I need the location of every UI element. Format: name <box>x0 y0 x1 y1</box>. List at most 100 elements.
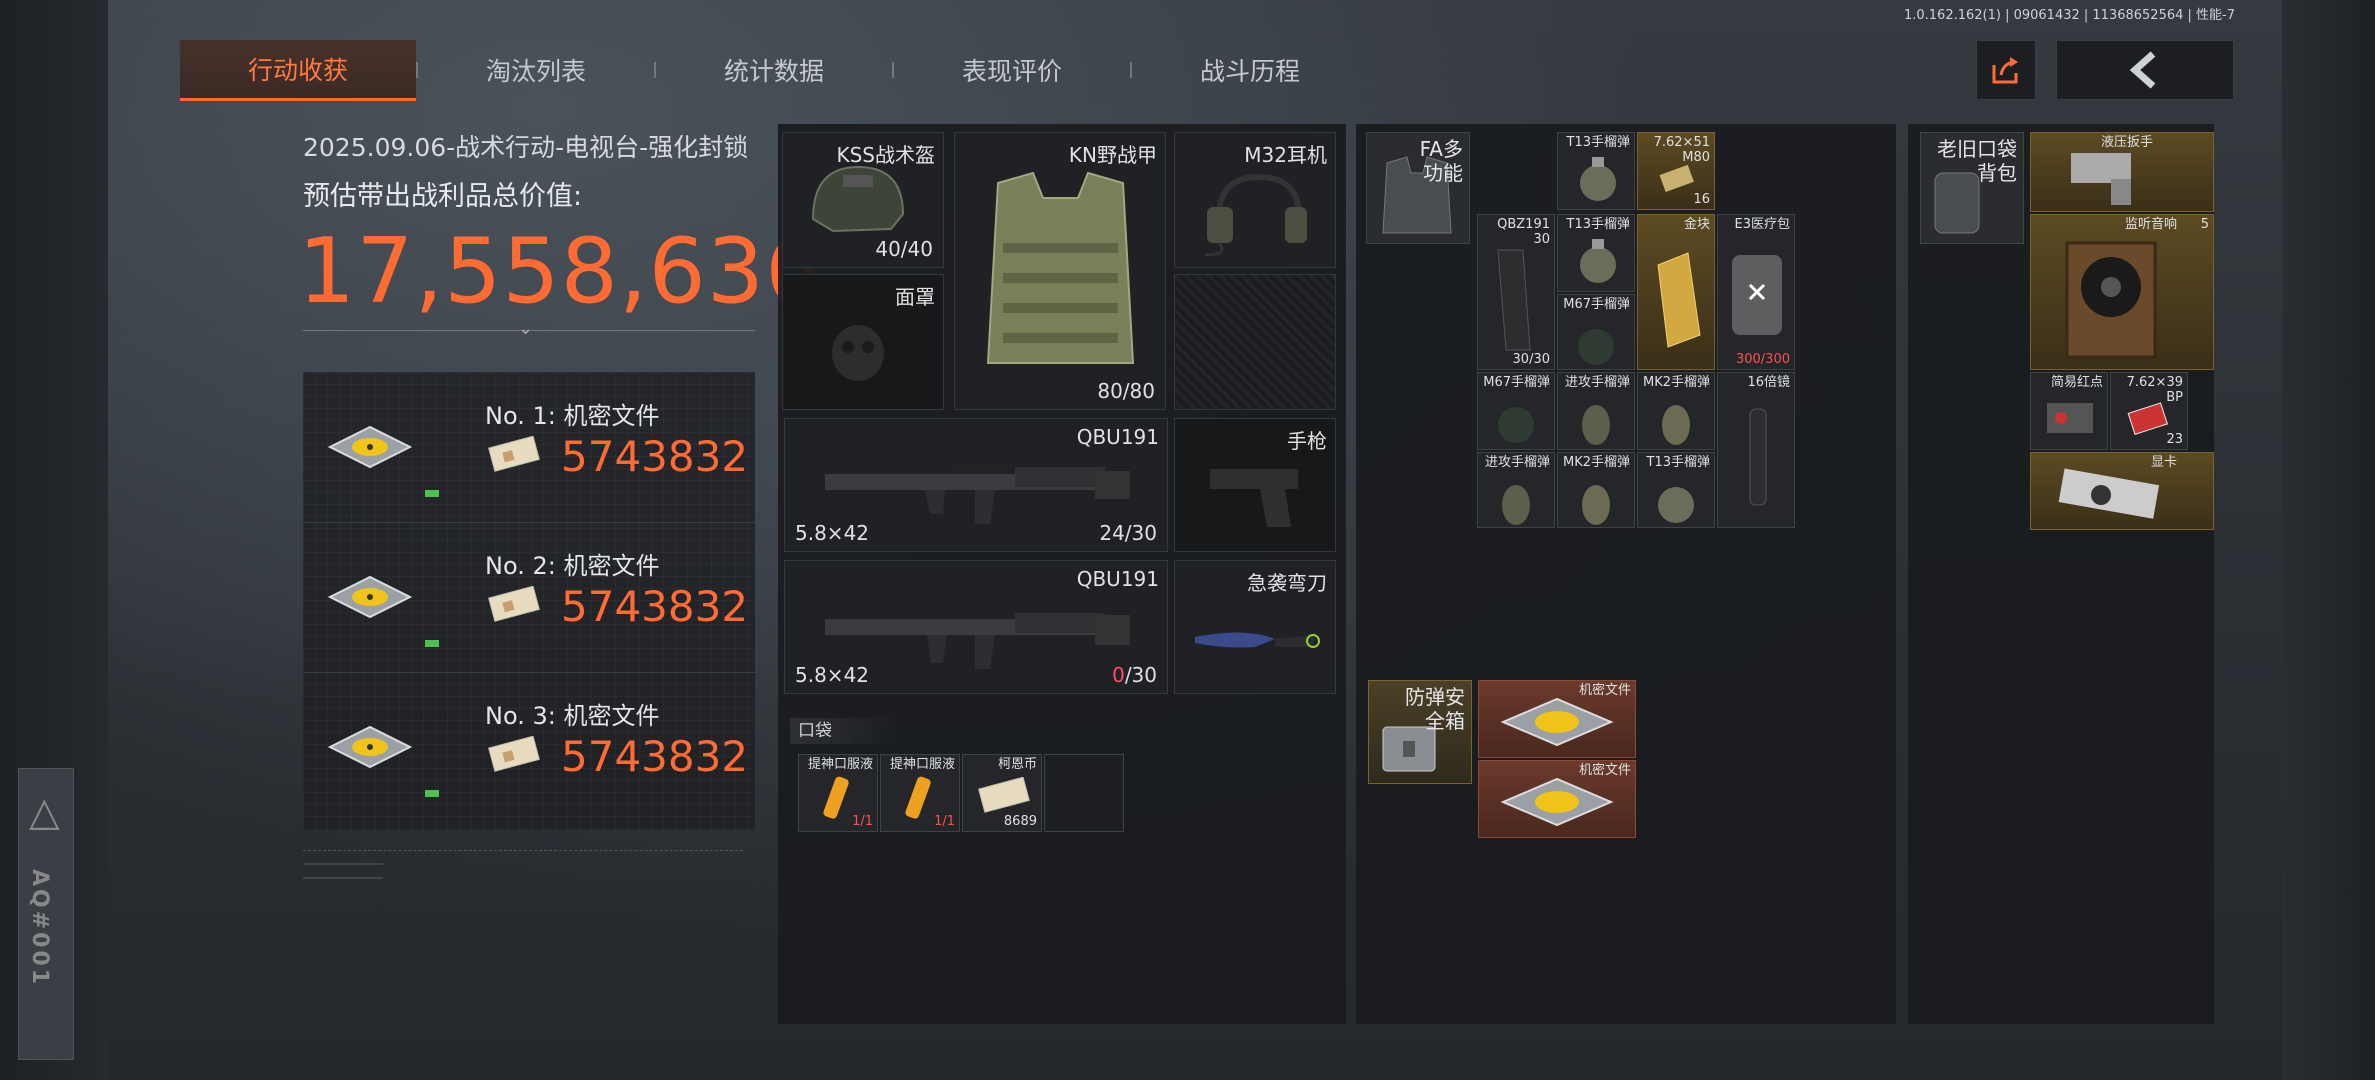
top-item-title: No. 2: 机密文件 <box>485 552 660 580</box>
top-item-row[interactable]: No. 2: 机密文件 5743832 <box>303 522 755 673</box>
headset-slot[interactable]: M32耳机 <box>1174 132 1336 268</box>
backpack-item[interactable]: 简易红点 <box>2030 372 2108 450</box>
headset-icon <box>1204 173 1307 257</box>
backpack-panel: 老旧口袋背包 液压扳手 监听音响 5 简易红点 7.62×39 BP 23 显卡 <box>1908 124 2214 1024</box>
pocket-item[interactable]: 柯恩币 8689 <box>962 754 1042 832</box>
pocket-item-count: 1/1 <box>852 814 873 829</box>
helmet-slot[interactable]: KSS战术盔 40/40 <box>782 132 944 268</box>
safe-box-item[interactable]: 机密文件 <box>1478 680 1636 758</box>
energy-drink-icon <box>905 776 931 819</box>
rig-item-name: 进攻手榴弹 <box>1564 375 1630 390</box>
rig-item[interactable]: QBZ191 30 30/30 <box>1477 214 1555 370</box>
energy-drink-icon <box>823 776 849 819</box>
top-item-row[interactable]: No. 3: 机密文件 5743832 <box>303 672 755 822</box>
safe-box-item[interactable]: 机密文件 <box>1478 760 1636 838</box>
rig-item[interactable]: 16倍镜 <box>1717 372 1795 528</box>
rig-item[interactable]: 进攻手榴弹 <box>1477 452 1555 528</box>
rig-item[interactable]: T13手榴弹 <box>1637 452 1715 528</box>
secondary-weapon-slot[interactable]: QBU191 5.8×42 0/30 <box>784 560 1168 694</box>
helmet-name: KSS战术盔 <box>836 143 935 167</box>
secondary-weapon-ammo: 0/30 <box>1112 663 1157 687</box>
pocket-item[interactable]: 提神口服液 1/1 <box>880 754 960 832</box>
sidearm-slot[interactable]: 手枪 <box>1174 418 1336 552</box>
pocket-item-name: 提神口服液 <box>889 757 955 772</box>
rig-item[interactable]: 7.62×51 M80 16 <box>1637 132 1715 210</box>
top-item-price: 5743832 <box>561 582 749 631</box>
rig-item-name: 进攻手榴弹 <box>1484 455 1550 470</box>
backpack-item[interactable]: 7.62×39 BP 23 <box>2110 372 2188 450</box>
melee-slot[interactable]: 急袭弯刀 <box>1174 560 1336 694</box>
rig-item[interactable]: 金块 <box>1637 214 1715 370</box>
backpack-item[interactable]: 监听音响 5 <box>2030 214 2214 370</box>
rig-slot[interactable]: FA多功能 <box>1366 132 1470 244</box>
rig-name: FA多功能 <box>1419 137 1463 185</box>
back-button[interactable] <box>2056 40 2234 100</box>
rig-item-name: 金块 <box>1683 217 1710 232</box>
pocket-item-count: 1/1 <box>934 814 955 829</box>
rig-item[interactable]: MK2手榴弹 <box>1557 452 1635 528</box>
rig-item-name: M67手榴弹 <box>1483 375 1550 390</box>
rig-item[interactable]: T13手榴弹 <box>1557 132 1635 210</box>
backpack-item-name: 监听音响 <box>2124 217 2177 232</box>
share-button[interactable] <box>1976 40 2036 100</box>
rig-item-name: 7.62×51 M80 <box>1653 135 1710 165</box>
empty-slot[interactable] <box>1174 274 1336 410</box>
rig-item-name: T13手榴弹 <box>1566 135 1630 150</box>
helmet-icon <box>811 165 905 233</box>
backpack-slot[interactable]: 老旧口袋背包 <box>1920 132 2024 244</box>
cash-icon <box>488 436 540 472</box>
classified-file-icon <box>1500 777 1614 827</box>
rig-item[interactable]: MK2手榴弹 <box>1637 372 1715 450</box>
grenade-icon <box>1580 239 1616 283</box>
medkit-icon <box>1732 255 1782 335</box>
rig-item-name: QBZ191 30 <box>1497 217 1550 247</box>
mask-slot[interactable]: 面罩 <box>782 274 944 410</box>
cash-icon <box>488 586 540 622</box>
rig-item-name: E3医疗包 <box>1734 217 1791 232</box>
mask-name: 面罩 <box>895 285 935 309</box>
tab-statistics[interactable]: 统计数据 <box>656 41 892 99</box>
tab-action-harvest[interactable]: 行动收获 <box>180 39 416 101</box>
rig-item[interactable]: T13手榴弹 <box>1557 214 1635 292</box>
grenade-icon <box>1498 407 1534 443</box>
knife-icon <box>1195 632 1320 648</box>
tab-performance[interactable]: 表现评价 <box>894 41 1130 99</box>
rail-tag: △ AQ#001 <box>18 768 74 1060</box>
primary-weapon-caliber: 5.8×42 <box>795 521 870 545</box>
pocket-item[interactable]: 提神口服液 1/1 <box>798 754 878 832</box>
rig-item-count: 30/30 <box>1512 352 1550 367</box>
armor-slot[interactable]: KN野战甲 80/80 <box>954 132 1166 410</box>
rig-item-count: 300/300 <box>1735 352 1790 367</box>
red-dot-sight-icon <box>2047 403 2093 433</box>
safe-box-slot[interactable]: 防弹安全箱 <box>1368 680 1472 784</box>
equipment-panel: KSS战术盔 40/40 面罩 KN野战甲 80/80 M32耳机 QBU191… <box>778 124 1346 1024</box>
left-rail: △ AQ#001 <box>0 0 108 1080</box>
rig-item-name: T13手榴弹 <box>1646 455 1710 470</box>
rig-item[interactable]: M67手榴弹 <box>1477 372 1555 450</box>
empty-pocket-slot[interactable] <box>1044 754 1124 832</box>
tab-bar: 行动收获 淘汰列表 统计数据 表现评价 战斗历程 <box>180 39 1368 101</box>
tab-battle-history[interactable]: 战斗历程 <box>1132 41 1368 99</box>
share-icon <box>1992 57 2018 84</box>
backpack-item[interactable]: 液压扳手 <box>2030 132 2214 212</box>
primary-weapon-slot[interactable]: QBU191 5.8×42 24/30 <box>784 418 1168 552</box>
rig-item-count: 16 <box>1693 192 1710 207</box>
tab-elimination-list[interactable]: 淘汰列表 <box>418 41 654 99</box>
secondary-weapon-name: QBU191 <box>1076 567 1159 591</box>
top-item-row[interactable]: No. 1: 机密文件 5743832 <box>303 372 755 523</box>
rail-code: AQ#001 <box>27 869 52 988</box>
top-item-title: No. 1: 机密文件 <box>485 402 660 430</box>
backpack-item-name: 简易红点 <box>2050 375 2103 390</box>
pistol-icon <box>1210 469 1298 527</box>
classified-file-icon <box>1500 697 1614 747</box>
secondary-ammo-current: 0 <box>1112 663 1125 687</box>
grenade-icon <box>1662 405 1690 445</box>
rarity-indicator <box>425 640 439 647</box>
rig-item[interactable]: E3医疗包 300/300 <box>1717 214 1795 370</box>
expand-chevron-icon[interactable]: ⌄ <box>518 318 533 339</box>
rig-item[interactable]: 进攻手榴弹 <box>1557 372 1635 450</box>
rig-item-name: 16倍镜 <box>1747 375 1790 390</box>
rig-item[interactable]: M67手榴弹 <box>1557 294 1635 370</box>
backpack-item[interactable]: 显卡 <box>2030 452 2214 530</box>
warning-triangle-icon: △ <box>29 789 60 835</box>
